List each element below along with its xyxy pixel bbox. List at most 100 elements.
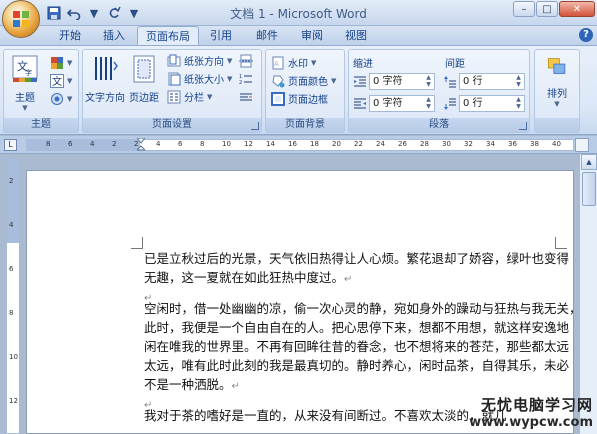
vruler-tick: 6 <box>9 265 14 273</box>
ruler-tick: 32 <box>464 140 473 148</box>
ribbon: 文 字 主题 ▼ ▼ 文 ▼ ▼ 主题 文字方向 页边距 纸张方向 ▼ 纸张大小… <box>0 45 597 135</box>
ruler-tick: 24 <box>376 140 385 148</box>
group-label-themes: 主题 <box>4 118 78 132</box>
chevron-down-icon: ▼ <box>554 100 560 108</box>
svg-text:字: 字 <box>25 68 32 77</box>
scroll-thumb[interactable] <box>582 172 596 206</box>
ruler-tick: 20 <box>332 140 341 148</box>
line-numbers-button[interactable]: 12 <box>239 70 253 87</box>
paragraph-mark-icon: ↵ <box>231 381 240 392</box>
watermark-button[interactable]: A 水印 ▼ <box>271 54 316 71</box>
columns-button[interactable]: 分栏 ▼ <box>167 88 212 105</box>
document-line[interactable]: 闲在唯我的世界里。不再有回眸往昔的眷念，也不想将来的苍茫，那些都太远 <box>144 337 584 356</box>
watermark-line1: 无忧电脑学习网 <box>480 396 593 414</box>
arrange-icon <box>547 58 566 74</box>
tab-mailings[interactable]: 邮件 <box>249 26 285 45</box>
tab-home[interactable]: 开始 <box>52 26 88 45</box>
spinner-arrows-icon[interactable]: ▲ ▼ <box>424 74 433 89</box>
page-color-icon <box>272 75 285 87</box>
watermark-label: 水印 <box>288 59 308 70</box>
document-line[interactable]: 太远，唯有此时此刻的我是最真切的。静时养心，闲时品茶，自得其乐，未必 <box>144 356 584 375</box>
line-text: 此时，我便是一个自由自在的人。把心思停下来，想都不用想，就这样安逸地 <box>144 320 570 335</box>
help-icon[interactable]: ? <box>579 28 593 42</box>
space-after-value: 0 行 <box>463 98 483 109</box>
line-text: 闲在唯我的世界里。不再有回眸往昔的眷念，也不想将来的苍茫，那些都太远 <box>144 339 570 354</box>
themes-button-label: 主题 <box>15 93 35 104</box>
theme-effects-button[interactable]: ▼ <box>50 90 72 107</box>
indent-right-field[interactable]: 0 字符 ▲ ▼ <box>369 95 435 112</box>
ruler-margin-left <box>26 139 140 151</box>
tab-selector[interactable]: L <box>4 139 17 151</box>
size-button[interactable]: 纸张大小 ▼ <box>167 70 232 87</box>
document-line[interactable]: 不是一种洒脱。↵ <box>144 375 584 396</box>
maximize-button[interactable]: □ <box>536 1 558 17</box>
ruler-tick: 38 <box>530 140 539 148</box>
orientation-icon <box>167 54 181 66</box>
page-borders-label: 页面边框 <box>288 95 328 106</box>
indent-left-field[interactable]: 0 字符 ▲ ▼ <box>369 73 435 90</box>
paragraph-launcher[interactable] <box>519 122 527 130</box>
document-line[interactable]: 空闲时，借一处幽幽的凉，偷一次心灵的静，宛如身外的躁动与狂热与我无关， <box>144 299 584 318</box>
indent-left-icon <box>354 76 366 87</box>
ruler-tick: 26 <box>398 140 407 148</box>
space-before-field[interactable]: 0 行 ▲ ▼ <box>459 73 525 90</box>
themes-button[interactable]: 文 字 主题 ▼ <box>8 54 42 112</box>
spinner-arrows-icon[interactable]: ▲ ▼ <box>424 96 433 111</box>
scroll-up-icon[interactable]: ▲ <box>581 154 597 170</box>
vruler-tick: 8 <box>9 309 14 317</box>
vertical-scrollbar[interactable]: ▲ <box>579 154 597 434</box>
title-bar: ▼ ▼ 文档 1 - Microsoft Word – □ ✕ <box>0 0 597 26</box>
ruler-tick: 4 <box>156 140 161 148</box>
chevron-down-icon: ▼ <box>22 104 28 112</box>
close-button[interactable]: ✕ <box>559 1 595 17</box>
horizontal-ruler[interactable]: L 8 6 4 2 2 4 6 8 10 12 14 16 18 20 22 24 26 28 30 32 34 36 38… <box>0 136 597 154</box>
crop-mark-right <box>555 237 567 249</box>
group-label-page-background: 页面背景 <box>266 118 344 132</box>
margins-label: 页边距 <box>129 93 159 104</box>
orientation-button[interactable]: 纸张方向 ▼ <box>167 52 232 69</box>
vertical-ruler[interactable]: 2 4 6 8 10 12 <box>6 158 20 434</box>
page-setup-launcher[interactable] <box>251 122 259 130</box>
line-numbers-icon: 12 <box>239 74 252 86</box>
ruler-tick: 6 <box>178 140 183 148</box>
margins-button[interactable]: 页边距 <box>127 54 161 104</box>
arrange-button[interactable]: 排列 ▼ <box>538 56 576 108</box>
tab-view[interactable]: 视图 <box>338 26 374 45</box>
ruler-tick: 22 <box>354 140 363 148</box>
indent-marker-icon[interactable] <box>137 138 145 152</box>
page-borders-button[interactable]: 页面边框 <box>271 90 328 107</box>
document-line[interactable]: 已是立秋过后的光景，天气依旧热得让人心烦。繁花退却了娇容，绿叶也变得 <box>144 249 584 268</box>
spinner-arrows-icon[interactable]: ▲ ▼ <box>514 96 523 111</box>
office-button[interactable] <box>2 0 40 38</box>
text-direction-button[interactable]: 文字方向 <box>85 54 125 104</box>
theme-colors-button[interactable]: ▼ <box>50 54 72 71</box>
tab-references[interactable]: 引用 <box>203 26 239 45</box>
arrange-label: 排列 <box>547 89 567 100</box>
line-text: 太远，唯有此时此刻的我是最真切的。静时养心，闲时品茶，自得其乐，未必 <box>144 358 570 373</box>
minimize-button[interactable]: – <box>513 1 535 17</box>
watermark-icon: A <box>272 56 284 69</box>
group-arrange: 排列 ▼ <box>534 49 580 133</box>
theme-fonts-button[interactable]: 文 ▼ <box>50 72 72 89</box>
office-logo-icon <box>13 11 29 27</box>
ruler-tick: 34 <box>486 140 495 148</box>
ruler-tick: 40 <box>552 140 561 148</box>
hyphenation-button[interactable] <box>239 88 253 105</box>
margins-icon <box>133 55 155 83</box>
tab-page-layout[interactable]: 页面布局 <box>137 26 199 45</box>
breaks-button[interactable] <box>239 52 253 69</box>
view-ruler-button[interactable] <box>575 138 589 152</box>
page-color-button[interactable]: 页面颜色 ▼ <box>271 72 336 89</box>
tab-review[interactable]: 审阅 <box>294 26 330 45</box>
ruler-tick: 2 <box>112 140 117 148</box>
ruler-tick: 28 <box>420 140 429 148</box>
theme-effects-icon <box>51 92 63 105</box>
spacing-label: 间距 <box>445 59 465 70</box>
document-line[interactable]: 无趣，这一夏就在如此狂热中度过。↵ <box>144 268 584 289</box>
text-direction-label: 文字方向 <box>85 93 125 104</box>
space-after-field[interactable]: 0 行 ▲ ▼ <box>459 95 525 112</box>
tab-insert[interactable]: 插入 <box>96 26 132 45</box>
document-line[interactable]: 此时，我便是一个自由自在的人。把心思停下来，想都不用想，就这样安逸地 <box>144 318 584 337</box>
ruler-tick: 10 <box>222 140 231 148</box>
spinner-arrows-icon[interactable]: ▲ ▼ <box>514 74 523 89</box>
